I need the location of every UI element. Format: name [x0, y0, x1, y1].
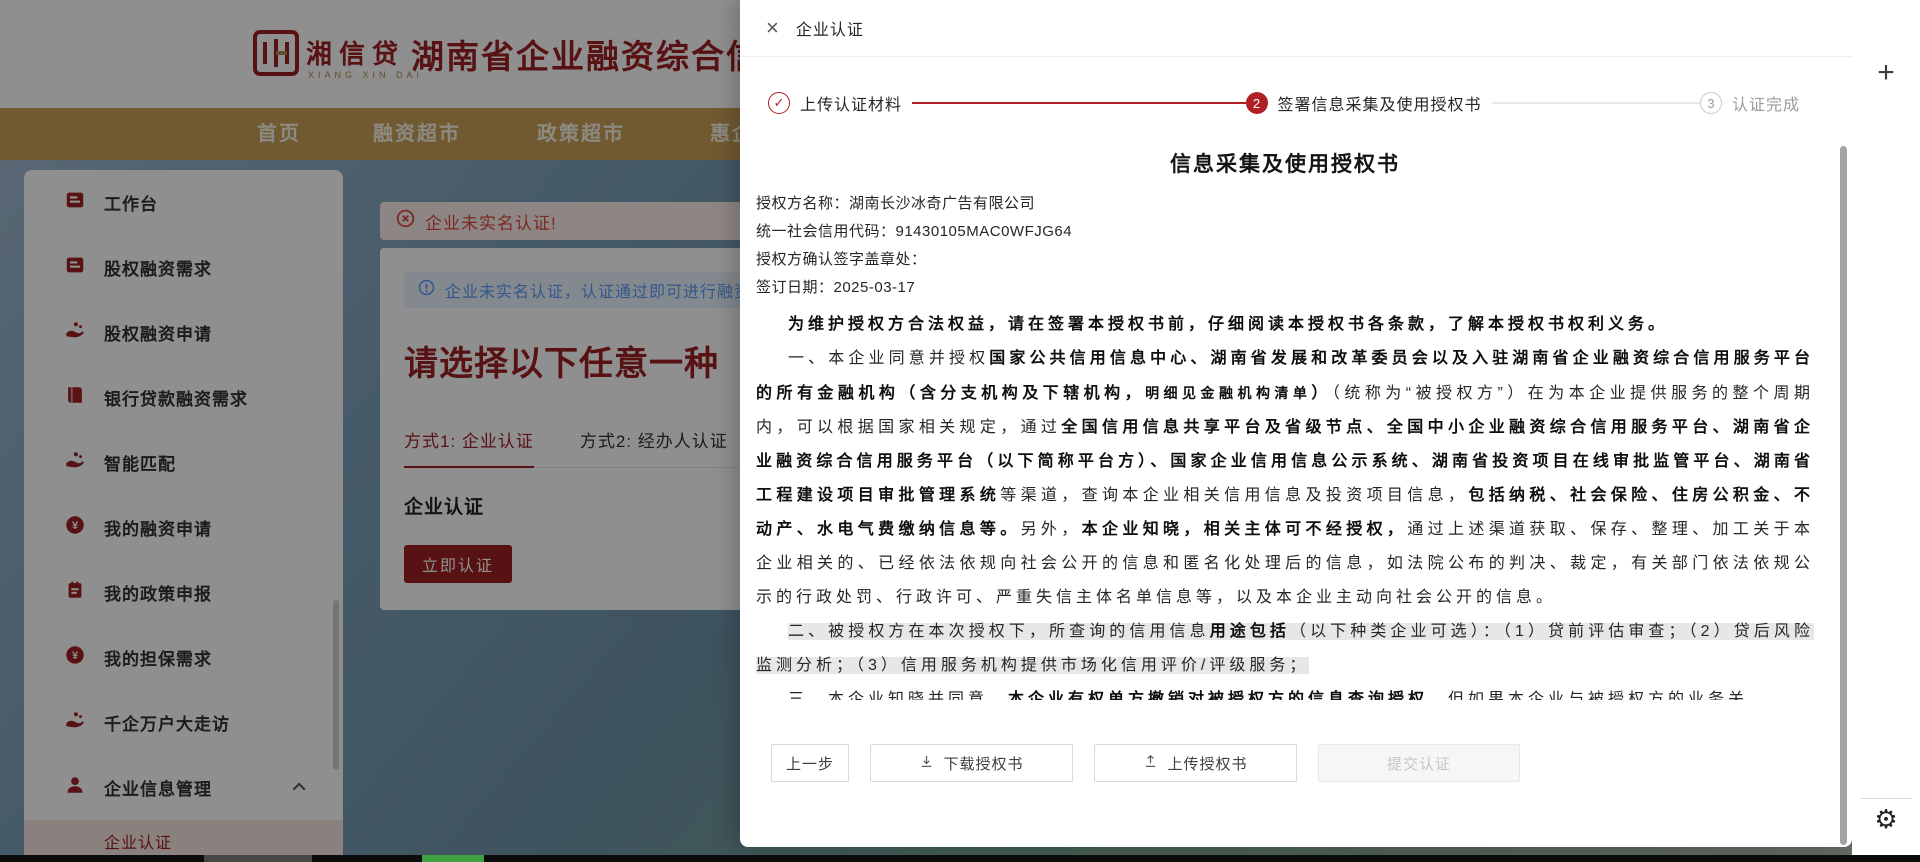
submit-certification-button[interactable]: 提交认证 [1318, 744, 1520, 782]
steps-bar: ✓ 上传认证材料 2 签署信息采集及使用授权书 3 认证完成 [768, 86, 1810, 120]
drawer-title: 企业认证 [796, 16, 864, 40]
browser-side-rail: + ⚙ [1852, 0, 1920, 862]
document-fields: 授权方名称：湖南长沙冰奇广告有限公司统一社会信用代码：91430105MAC0W… [756, 190, 1814, 302]
drawer-scrollbar[interactable] [1840, 146, 1847, 845]
doc-paragraph-1: 为维护授权方合法权益，请在签署本授权书前，仔细阅读本授权书各条款，了解本授权书权… [756, 308, 1814, 342]
rail-divider [1860, 798, 1912, 799]
step-connector-2 [1492, 102, 1700, 104]
authorization-document: 信息采集及使用授权书 授权方名称：湖南长沙冰奇广告有限公司统一社会信用代码：91… [756, 134, 1814, 700]
doc-paragraph-2: 一、本企业同意并授权国家公共信用信息中心、湖南省发展和改革委员会以及入驻湖南省企… [756, 342, 1814, 615]
document-paragraphs: 为维护授权方合法权益，请在签署本授权书前，仔细阅读本授权书各条款，了解本授权书权… [756, 308, 1814, 700]
taskbar-sliver [0, 855, 1920, 862]
close-icon[interactable]: × [766, 17, 779, 39]
back-button-label: 上一步 [786, 753, 834, 774]
taskbar-segment-gray [204, 855, 312, 862]
taskbar-segment-green [422, 855, 484, 862]
drawer-header: × 企业认证 [740, 0, 1852, 57]
step-3-label: 认证完成 [1732, 91, 1800, 115]
drawer-footer: 上一步 下载授权书 上传授权书 [771, 744, 1520, 782]
doc-paragraph-3: 二、被授权方在本次授权下，所查询的信用信息用途包括（以下种类企业可选）：（1）贷… [756, 615, 1814, 683]
doc-field-line: 授权方名称：湖南长沙冰奇广告有限公司 [756, 190, 1814, 218]
submit-button-label: 提交认证 [1387, 753, 1451, 774]
upload-authorization-button[interactable]: 上传授权书 [1094, 744, 1297, 782]
doc-field-line: 授权方确认签字盖章处： [756, 246, 1814, 274]
download-authorization-button[interactable]: 下载授权书 [870, 744, 1073, 782]
doc-field-line: 签订日期：2025-03-17 [756, 274, 1814, 302]
screen: 湘信贷 XIANG XIN DAI 湖南省企业融资综合信用服务平台 首页融资超市… [0, 0, 1920, 862]
gear-icon[interactable]: ⚙ [1852, 806, 1920, 832]
document-title: 信息采集及使用授权书 [756, 148, 1814, 178]
upload-button-label: 上传授权书 [1167, 753, 1247, 774]
plus-icon[interactable]: + [1852, 58, 1920, 88]
step-2-marker: 2 [1246, 92, 1268, 114]
download-icon [919, 754, 934, 773]
doc-field-line: 统一社会信用代码：91430105MAC0WFJG64 [756, 218, 1814, 246]
doc-paragraph-4: 三、本企业知晓并同意，本企业有权单方撤销对被授权方的信息查询授权，但如果本企业与… [756, 683, 1814, 700]
back-button[interactable]: 上一步 [771, 744, 849, 782]
step-3-marker: 3 [1700, 92, 1722, 114]
step-connector-1 [912, 102, 1246, 104]
step-1-label: 上传认证材料 [800, 91, 902, 115]
upload-icon [1143, 754, 1158, 773]
step-1-marker-check-icon: ✓ [768, 92, 790, 114]
download-button-label: 下载授权书 [943, 753, 1023, 774]
certification-drawer: × 企业认证 ✓ 上传认证材料 2 签署信息采集及使用授权书 3 认证完成 信息采集及使用… [740, 0, 1852, 847]
step-2-label: 签署信息采集及使用授权书 [1278, 91, 1482, 115]
